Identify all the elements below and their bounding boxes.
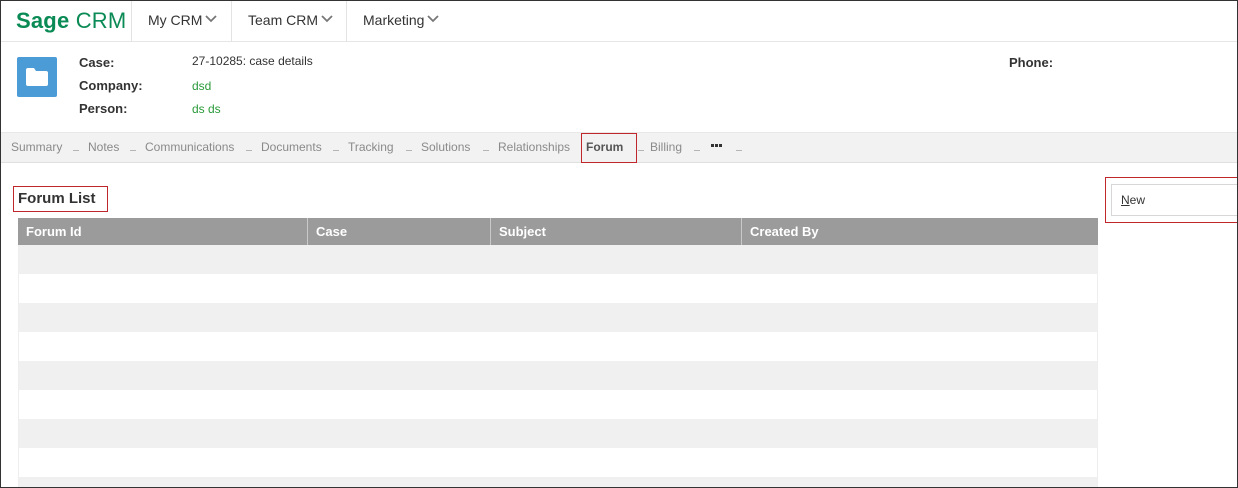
new-button-rest: ew <box>1129 193 1146 207</box>
folder-icon <box>17 57 57 97</box>
nav-team-crm[interactable]: Team CRM <box>248 1 333 42</box>
table-row <box>18 245 1098 274</box>
active-tab-highlight <box>581 133 637 163</box>
person-link[interactable]: ds ds <box>192 102 221 116</box>
tab-separator <box>638 150 644 151</box>
tab-notes[interactable]: Notes <box>88 133 119 163</box>
person-label: Person: <box>79 101 128 116</box>
tab-solutions[interactable]: Solutions <box>421 133 470 163</box>
logo-crm-text: CRM <box>75 8 127 33</box>
tab-separator <box>483 150 489 151</box>
case-label: Case: <box>79 55 115 70</box>
column-header-case[interactable]: Case <box>308 218 491 245</box>
column-header-created-by[interactable]: Created By <box>742 218 1098 245</box>
tab-billing[interactable]: Billing <box>650 133 682 163</box>
nav-divider <box>231 1 232 42</box>
nav-divider <box>346 1 347 42</box>
nav-marketing-label: Marketing <box>363 12 425 28</box>
tab-documents[interactable]: Documents <box>261 133 322 163</box>
table-row <box>18 390 1098 419</box>
column-header-subject[interactable]: Subject <box>491 218 742 245</box>
case-value: 27-10285: case details <box>192 54 313 68</box>
chevron-down-icon <box>321 15 333 23</box>
new-button-accesskey: N <box>1121 193 1130 207</box>
tab-separator <box>246 150 252 151</box>
chevron-down-icon <box>205 15 218 23</box>
tab-separator <box>73 150 79 151</box>
case-header: Case: 27-10285: case details Company: ds… <box>1 42 1237 132</box>
tab-separator <box>736 150 742 151</box>
nav-my-crm[interactable]: My CRM <box>148 1 218 42</box>
nav-team-crm-label: Team CRM <box>248 12 319 28</box>
nav-my-crm-label: My CRM <box>148 12 203 28</box>
ellipsis-icon[interactable] <box>711 144 723 147</box>
table-row <box>18 361 1098 390</box>
app-window: Sage CRM My CRM Team CRM Marketing Case:… <box>0 0 1238 488</box>
tab-separator <box>333 150 339 151</box>
top-nav: Sage CRM My CRM Team CRM Marketing <box>1 1 1237 42</box>
nav-divider <box>131 1 132 42</box>
nav-marketing[interactable]: Marketing <box>363 1 440 42</box>
tab-summary[interactable]: Summary <box>11 133 62 163</box>
tab-separator <box>406 150 412 151</box>
table-row <box>18 274 1098 303</box>
table-row <box>18 332 1098 361</box>
logo-sage-text: Sage <box>16 8 70 33</box>
table-header: Forum Id Case Subject Created By <box>18 218 1098 245</box>
tab-relationships[interactable]: Relationships <box>498 133 570 163</box>
chevron-down-icon <box>427 15 440 23</box>
new-button[interactable]: New <box>1111 184 1237 216</box>
table-row <box>18 477 1098 487</box>
forum-list-table: Forum Id Case Subject Created By <box>18 218 1098 487</box>
table-row <box>18 448 1098 477</box>
company-label: Company: <box>79 78 143 93</box>
table-row <box>18 303 1098 332</box>
tab-separator <box>130 150 136 151</box>
company-link[interactable]: dsd <box>192 79 211 93</box>
title-highlight <box>13 186 108 212</box>
table-row <box>18 419 1098 448</box>
sage-crm-logo[interactable]: Sage CRM <box>16 7 126 35</box>
tab-separator <box>694 150 700 151</box>
tab-tracking[interactable]: Tracking <box>348 133 394 163</box>
tab-communications[interactable]: Communications <box>145 133 234 163</box>
phone-label: Phone: <box>1009 55 1054 70</box>
column-header-forum-id[interactable]: Forum Id <box>18 218 308 245</box>
